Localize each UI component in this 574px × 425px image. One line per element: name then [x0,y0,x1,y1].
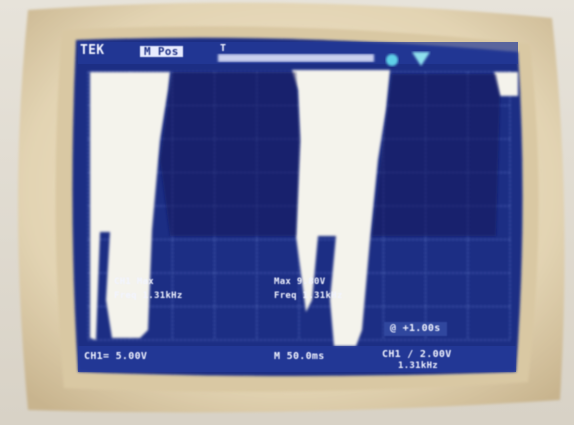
trigger-marker: T [220,43,227,54]
trigger-position-bar [218,54,374,62]
acquisition-mode: M Pos [140,46,183,57]
measurement-right-2: Freq 1.31kHz [274,291,343,301]
timebase: M 50.0ms [274,351,325,362]
frequency-readout: 1.31kHz [398,361,439,371]
brand-label: TEK [80,43,105,58]
trigger-dot [386,54,398,66]
measurement-left-2: Freq 1.31kHz [114,291,183,301]
measurement-left-1: CH1 Max [114,277,155,287]
measurement-right-1: Max 9.80V [274,277,326,287]
trigger-setting: CH1 / 2.00V [382,349,452,360]
cursor-readout: @ +1.00s [384,322,447,336]
ch1-scale: CH1= 5.00V [84,351,148,362]
